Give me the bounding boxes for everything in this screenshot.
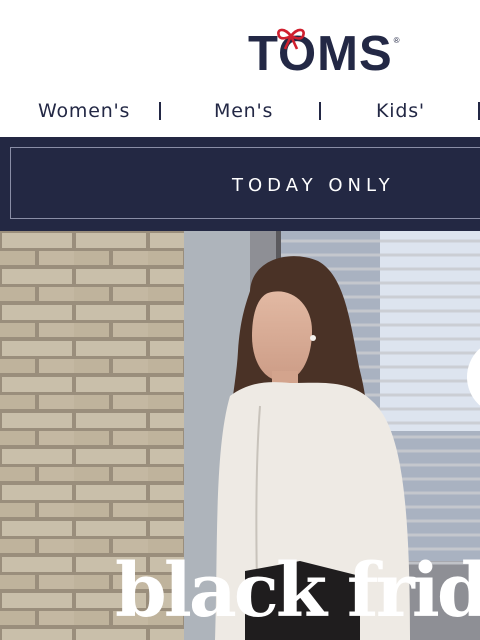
- nav-item-kids[interactable]: Kids': [376, 100, 425, 122]
- nav-divider: [159, 102, 161, 120]
- hero-headline: black frida: [115, 548, 480, 634]
- logo-wordmark: TOMS: [248, 27, 393, 81]
- site-header: TOMS ®: [0, 0, 480, 92]
- promo-text: TODAY ONLY: [232, 175, 395, 196]
- bow-icon: [277, 28, 305, 50]
- main-nav: Women's Men's Kids': [0, 98, 480, 128]
- nav-item-womens[interactable]: Women's: [38, 100, 130, 122]
- nav-item-mens[interactable]: Men's: [214, 100, 273, 122]
- promo-banner[interactable]: TODAY ONLY: [0, 137, 480, 231]
- nav-divider: [319, 102, 321, 120]
- hero-banner[interactable]: black frida: [0, 231, 480, 640]
- registered-mark: ®: [393, 36, 400, 45]
- toms-logo[interactable]: TOMS ®: [248, 27, 400, 81]
